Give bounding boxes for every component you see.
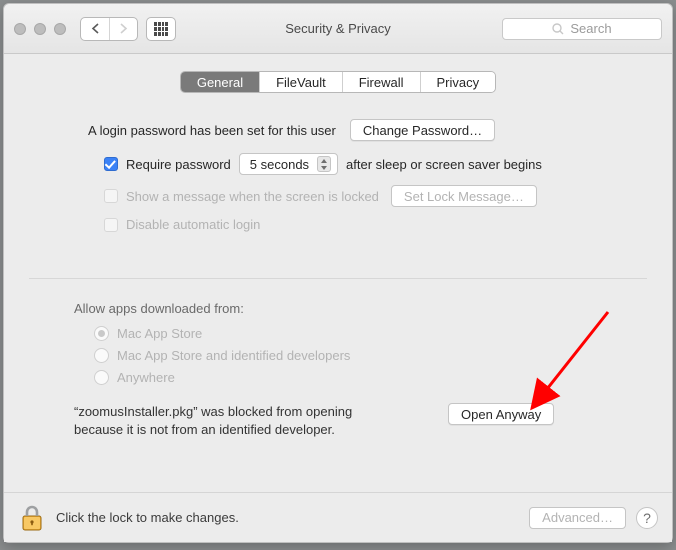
lock-hint-text: Click the lock to make changes.: [56, 510, 239, 525]
show-lock-message-checkbox: [104, 189, 118, 203]
login-password-label: A login password has been set for this u…: [88, 123, 336, 138]
blocked-app-message: “zoomusInstaller.pkg” was blocked from o…: [74, 403, 404, 439]
tab-general[interactable]: General: [181, 72, 259, 92]
show-all-button[interactable]: [146, 17, 176, 41]
tab-bar: General FileVault Firewall Privacy: [4, 71, 672, 93]
search-placeholder: Search: [570, 21, 611, 36]
set-lock-message-button: Set Lock Message…: [391, 185, 537, 207]
nav-back-forward: [80, 17, 138, 41]
disable-auto-login-label: Disable automatic login: [126, 217, 260, 232]
stepper-icon: [317, 156, 331, 172]
window-controls: [14, 23, 66, 35]
search-icon: [552, 23, 564, 35]
lock-button[interactable]: [18, 504, 46, 532]
disable-auto-login-checkbox: [104, 218, 118, 232]
preferences-window: Security & Privacy Search General FileVa…: [3, 3, 673, 543]
divider: [29, 278, 647, 279]
minimize-window-button[interactable]: [34, 23, 46, 35]
require-password-delay-value: 5 seconds: [250, 157, 309, 172]
allow-anywhere-radio: [94, 370, 109, 385]
lock-icon: [20, 505, 44, 531]
require-password-checkbox[interactable]: [104, 157, 118, 171]
search-field[interactable]: Search: [502, 18, 662, 40]
change-password-button[interactable]: Change Password…: [350, 119, 495, 141]
close-window-button[interactable]: [14, 23, 26, 35]
grid-icon: [154, 22, 168, 36]
general-pane: A login password has been set for this u…: [4, 93, 672, 492]
forward-button[interactable]: [109, 18, 137, 40]
open-anyway-button[interactable]: Open Anyway: [448, 403, 554, 425]
tab-privacy[interactable]: Privacy: [420, 72, 496, 92]
require-password-label-before: Require password: [126, 157, 231, 172]
back-button[interactable]: [81, 18, 109, 40]
zoom-window-button[interactable]: [54, 23, 66, 35]
allow-anywhere-label: Anywhere: [117, 370, 175, 385]
allow-mas-id-radio: [94, 348, 109, 363]
allow-apps-title: Allow apps downloaded from:: [74, 301, 642, 316]
require-password-delay-select[interactable]: 5 seconds: [239, 153, 338, 175]
advanced-button[interactable]: Advanced…: [529, 507, 626, 529]
allow-mas-id-label: Mac App Store and identified developers: [117, 348, 350, 363]
tab-filevault[interactable]: FileVault: [259, 72, 342, 92]
help-button[interactable]: ?: [636, 507, 658, 529]
allow-mas-radio: [94, 326, 109, 341]
allow-mas-label: Mac App Store: [117, 326, 202, 341]
footer: Click the lock to make changes. Advanced…: [4, 492, 672, 542]
tab-firewall[interactable]: Firewall: [342, 72, 420, 92]
show-lock-message-label: Show a message when the screen is locked: [126, 189, 379, 204]
require-password-label-after: after sleep or screen saver begins: [346, 157, 542, 172]
titlebar: Security & Privacy Search: [4, 4, 672, 54]
